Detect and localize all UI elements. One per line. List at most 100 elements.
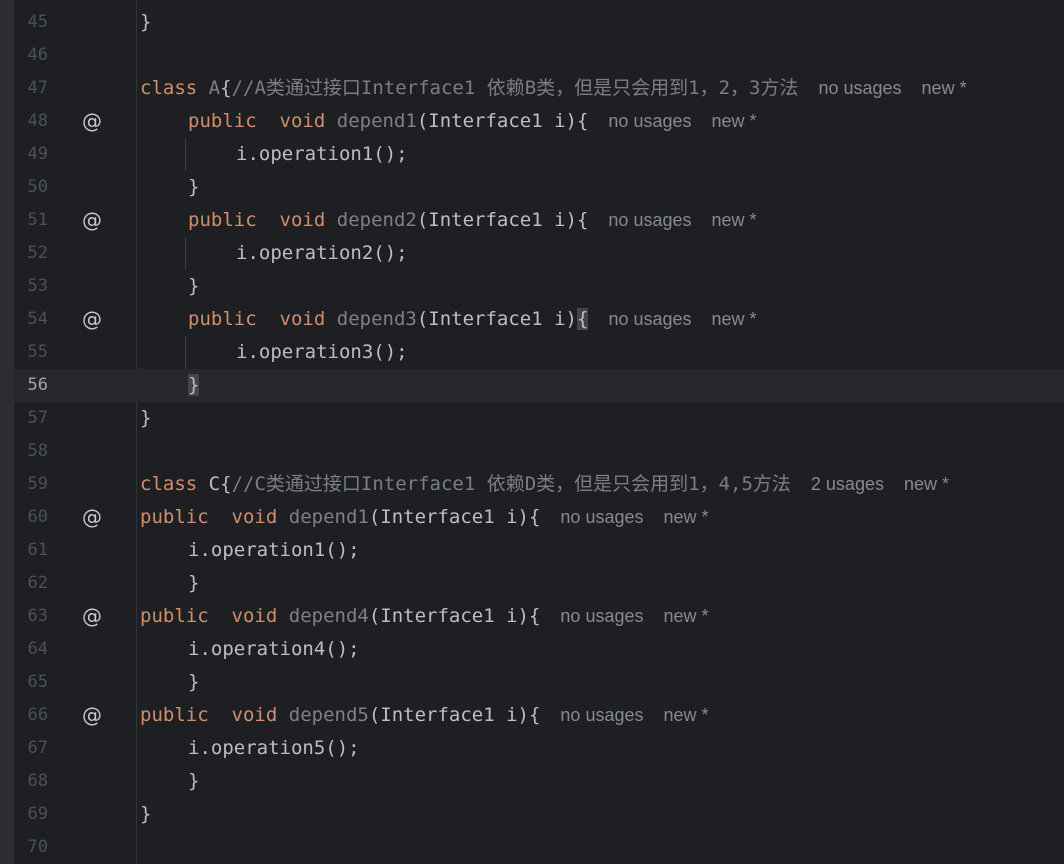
line-number: 66: [27, 705, 48, 725]
keyword-void: void: [279, 110, 326, 132]
method-declaration: public void depend2(Interface1 i){no usa…: [188, 204, 757, 237]
at-sign-icon[interactable]: @: [82, 501, 102, 534]
statement: i.operation1();: [188, 539, 360, 561]
code-line[interactable]: 46: [14, 39, 1064, 72]
line-number: 50: [27, 177, 48, 197]
keyword-void: void: [231, 605, 278, 627]
method-params: (Interface1 i){: [416, 110, 589, 132]
code-line[interactable]: 48 @ public void depend1(Interface1 i){n…: [14, 105, 1064, 138]
author-inlay-hint[interactable]: new *: [664, 507, 709, 527]
author-inlay-hint[interactable]: new *: [664, 606, 709, 626]
keyword-void: void: [231, 704, 278, 726]
line-number: 52: [27, 243, 48, 263]
code-line[interactable]: 70: [14, 831, 1064, 864]
method-name: depend2: [336, 209, 417, 231]
code-line[interactable]: 69 }: [14, 798, 1064, 831]
code-line[interactable]: 52 i.operation2();: [14, 237, 1064, 270]
code-line[interactable]: 57 }: [14, 402, 1064, 435]
keyword-class: class: [140, 473, 198, 495]
matched-brace: {: [576, 308, 589, 330]
code-line[interactable]: 49 i.operation1();: [14, 138, 1064, 171]
keyword-public: public: [140, 704, 209, 726]
closing-brace: }: [188, 369, 200, 402]
method-name: depend4: [288, 605, 369, 627]
method-name: depend5: [288, 704, 369, 726]
code-editor[interactable]: 45 } 46 47 class A{//A类通过接口Interface1 依赖…: [0, 0, 1064, 864]
code-line[interactable]: 64 i.operation4();: [14, 633, 1064, 666]
usages-inlay-hint[interactable]: no usages: [560, 507, 643, 527]
keyword-public: public: [188, 308, 257, 330]
usages-inlay-hint[interactable]: no usages: [608, 111, 691, 131]
code-line[interactable]: 67 i.operation5();: [14, 732, 1064, 765]
code-line[interactable]: 55 i.operation3();: [14, 336, 1064, 369]
statement: i.operation3();: [236, 341, 408, 363]
code-line[interactable]: 62 }: [14, 567, 1064, 600]
usages-inlay-hint[interactable]: no usages: [608, 210, 691, 230]
author-inlay-hint[interactable]: new *: [904, 474, 949, 494]
line-number: 65: [27, 672, 48, 692]
class-name: A: [208, 77, 221, 99]
at-sign-icon[interactable]: @: [82, 204, 102, 237]
method-params: (Interface1 i){: [368, 704, 541, 726]
code-line[interactable]: 54 @ public void depend3(Interface1 i){n…: [14, 303, 1064, 336]
current-code-line[interactable]: 56 }: [14, 369, 1064, 402]
method-declaration: public void depend1(Interface1 i){no usa…: [140, 501, 709, 534]
comment: //C类通过接口Interface1 依赖D类，但是只会用到1，4,5方法: [231, 473, 791, 495]
code-line[interactable]: 59 class C{//C类通过接口Interface1 依赖D类，但是只会用…: [14, 468, 1064, 501]
usages-inlay-hint[interactable]: no usages: [560, 606, 643, 626]
closing-brace: }: [188, 770, 200, 792]
statement: i.operation1();: [236, 143, 408, 165]
author-inlay-hint[interactable]: new *: [922, 78, 967, 98]
usages-inlay-hint[interactable]: 2 usages: [811, 474, 884, 494]
author-inlay-hint[interactable]: new *: [712, 111, 757, 131]
author-inlay-hint[interactable]: new *: [712, 309, 757, 329]
code-line[interactable]: 45 }: [14, 6, 1064, 39]
at-sign-icon[interactable]: @: [82, 600, 102, 633]
author-inlay-hint[interactable]: new *: [712, 210, 757, 230]
code-line[interactable]: 47 class A{//A类通过接口Interface1 依赖B类，但是只会用…: [14, 72, 1064, 105]
open-brace: {: [220, 473, 232, 495]
line-number: 68: [27, 771, 48, 791]
code-line[interactable]: 61 i.operation1();: [14, 534, 1064, 567]
closing-brace: }: [140, 407, 152, 429]
code-line[interactable]: 63 @ public void depend4(Interface1 i){n…: [14, 600, 1064, 633]
line-number: 70: [27, 837, 48, 857]
indent-guide: [185, 336, 186, 369]
line-number: 47: [27, 78, 48, 98]
code-line[interactable]: 65 }: [14, 666, 1064, 699]
code-line[interactable]: 68 }: [14, 765, 1064, 798]
method-params: (Interface1 i){: [416, 209, 589, 231]
line-number: 51: [27, 210, 48, 230]
line-number: 61: [27, 540, 48, 560]
usages-inlay-hint[interactable]: no usages: [560, 705, 643, 725]
method-name: depend1: [288, 506, 369, 528]
usages-inlay-hint[interactable]: no usages: [608, 309, 691, 329]
code-line[interactable]: 50 }: [14, 171, 1064, 204]
author-inlay-hint[interactable]: new *: [664, 705, 709, 725]
line-number: 67: [27, 738, 48, 758]
keyword-public: public: [140, 506, 209, 528]
code-line[interactable]: 51 @ public void depend2(Interface1 i){n…: [14, 204, 1064, 237]
at-sign-icon[interactable]: @: [82, 105, 102, 138]
line-number: 60: [27, 507, 48, 527]
keyword-public: public: [140, 605, 209, 627]
method-name: depend1: [336, 110, 417, 132]
closing-brace: }: [188, 176, 200, 198]
code-line[interactable]: 53 }: [14, 270, 1064, 303]
line-number: 46: [27, 45, 48, 65]
at-sign-icon[interactable]: @: [82, 303, 102, 336]
matched-brace: }: [188, 374, 200, 396]
line-number: 53: [27, 276, 48, 296]
keyword-void: void: [279, 308, 326, 330]
keyword-public: public: [188, 209, 257, 231]
line-number: 59: [27, 474, 48, 494]
at-sign-icon[interactable]: @: [82, 699, 102, 732]
usages-inlay-hint[interactable]: no usages: [818, 78, 901, 98]
code-line[interactable]: 60 @ public void depend1(Interface1 i){n…: [14, 501, 1064, 534]
method-declaration: public void depend4(Interface1 i){no usa…: [140, 600, 709, 633]
keyword-class: class: [140, 77, 198, 99]
code-line[interactable]: 66 @ public void depend5(Interface1 i){ n…: [14, 699, 1064, 732]
method-params: (Interface1 i): [416, 308, 577, 330]
code-line[interactable]: 58: [14, 435, 1064, 468]
line-number: 54: [27, 309, 48, 329]
